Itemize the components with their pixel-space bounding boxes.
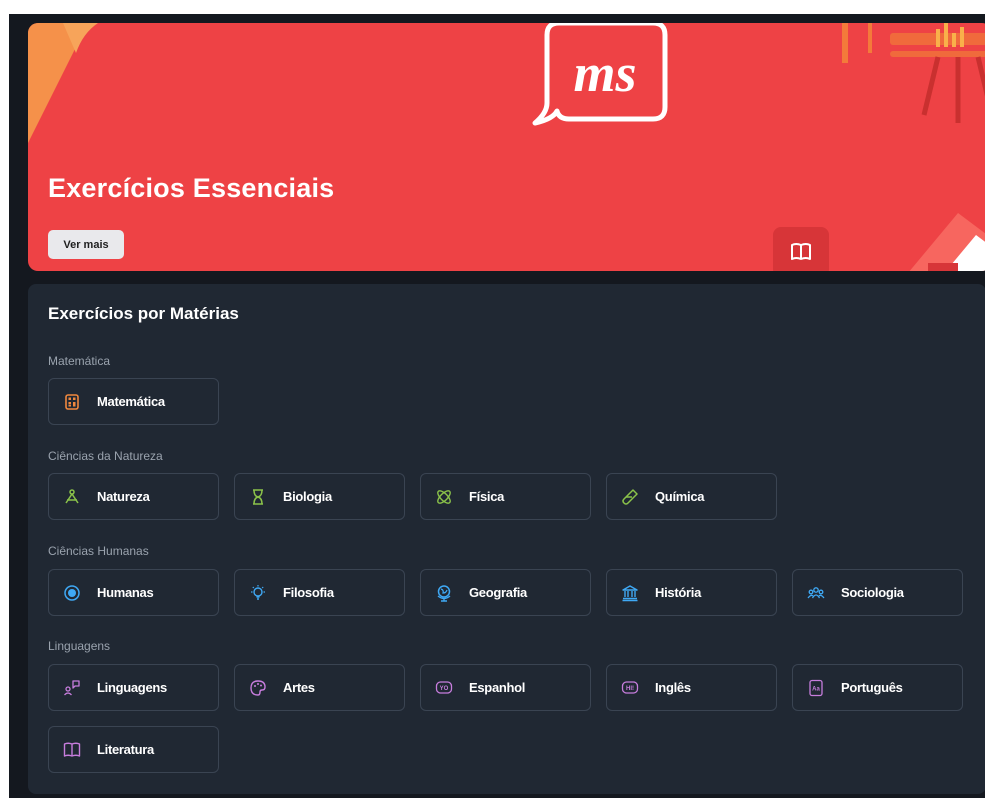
orange-corner-decoration [28, 23, 98, 143]
target-icon [63, 584, 81, 602]
subject-label: Espanhol [469, 680, 526, 695]
subject-tile-linguagens[interactable]: Linguagens [48, 664, 219, 711]
subject-tile-literatura[interactable]: Literatura [48, 726, 219, 773]
svg-text:Aa: Aa [812, 686, 820, 692]
subject-tile-humanas[interactable]: Humanas [48, 569, 219, 616]
subject-tile-sociologia[interactable]: Sociologia [792, 569, 963, 616]
subject-label: Geografia [469, 585, 527, 600]
book-icon [791, 243, 811, 260]
subject-tile-geografia[interactable]: Geografia [420, 569, 591, 616]
subject-label: Português [841, 680, 903, 695]
subject-tile-filosofia[interactable]: Filosofia [234, 569, 405, 616]
group-label-linguagens: Linguagens [48, 639, 111, 653]
open-book-icon [63, 741, 81, 759]
palette-icon [249, 679, 267, 697]
people-icon [807, 584, 825, 602]
subject-tile-matematica[interactable]: Matemática [48, 378, 219, 425]
subject-label: Física [469, 489, 505, 504]
subject-label: Biologia [283, 489, 332, 504]
svg-text:HI!: HI! [626, 686, 634, 692]
subject-label: Filosofia [283, 585, 334, 600]
essential-exercises-banner[interactable]: ms Exercícios Essenciais Ver mais [28, 23, 985, 271]
lightbulb-icon [249, 584, 267, 602]
group-label-ciencias-humanas: Ciências Humanas [48, 544, 149, 558]
subject-label: História [655, 585, 702, 600]
subject-label: Sociologia [841, 585, 904, 600]
yo-bubble-icon: YO [435, 679, 453, 697]
subject-label: Artes [283, 680, 315, 695]
orbit-icon [435, 488, 453, 506]
chart-easel-decoration [842, 23, 985, 123]
svg-text:YO: YO [440, 686, 449, 692]
hourglass-icon [249, 488, 267, 506]
ms-logo-icon: ms [532, 23, 668, 126]
globe-icon [435, 584, 453, 602]
speech-person-icon [63, 679, 81, 697]
group-label-matematica: Matemática [48, 354, 111, 368]
subject-label: Linguagens [97, 680, 167, 695]
subject-tile-portugues[interactable]: Aa Português [792, 664, 963, 711]
subject-tile-fisica[interactable]: Física [420, 473, 591, 520]
book-badge [773, 227, 829, 271]
panel-title: Exercícios por Matérias [48, 304, 239, 323]
hi-bubble-icon: HI! [621, 679, 639, 697]
subject-label: Natureza [97, 489, 150, 504]
atom-icon [63, 488, 81, 506]
subject-tile-ingles[interactable]: HI! Inglês [606, 664, 777, 711]
subject-tile-espanhol[interactable]: YO Espanhol [420, 664, 591, 711]
subject-label: Matemática [97, 394, 165, 409]
museum-icon [621, 584, 639, 602]
logo-text: ms [573, 43, 636, 103]
subject-label: Química [655, 489, 705, 504]
banner-title: Exercícios Essenciais [48, 173, 335, 203]
subject-label: Humanas [97, 585, 154, 600]
letters-book-icon: Aa [807, 679, 825, 697]
ver-mais-button[interactable]: Ver mais [48, 230, 124, 259]
subject-label: Literatura [97, 742, 154, 757]
test-tube-icon [621, 488, 639, 506]
subject-label: Inglês [655, 680, 691, 695]
subject-tile-historia[interactable]: História [606, 569, 777, 616]
subject-tile-artes[interactable]: Artes [234, 664, 405, 711]
page-canvas: ms Exercícios Essenciais Ver mais Exercí… [9, 14, 985, 798]
calculator-icon [63, 393, 81, 411]
subject-tile-natureza[interactable]: Natureza [48, 473, 219, 520]
subjects-panel: Exercícios por Matérias Matemática Matem… [28, 284, 985, 794]
subject-tile-quimica[interactable]: Química [606, 473, 777, 520]
group-label-ciencias-natureza: Ciências da Natureza [48, 449, 163, 463]
notebook-decoration [909, 213, 985, 271]
subject-tile-biologia[interactable]: Biologia [234, 473, 405, 520]
